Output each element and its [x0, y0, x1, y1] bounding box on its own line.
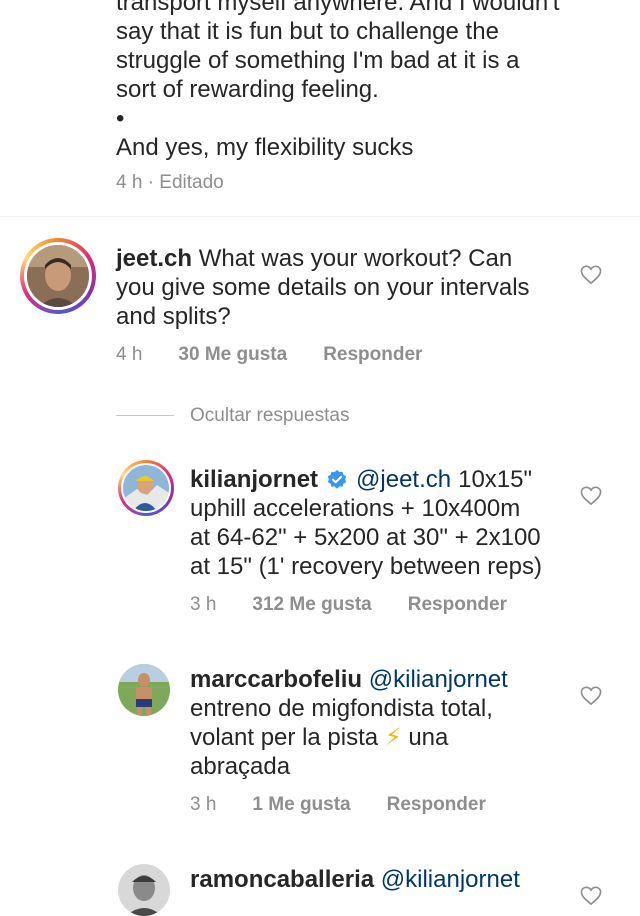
reply-line: entreno de migfondista total,	[190, 695, 493, 722]
reply-line: volant per la pista ⚡ una	[190, 724, 449, 751]
likes-count-link[interactable]: 312 Me gusta	[252, 594, 371, 616]
timestamp: 3 h	[190, 794, 217, 815]
avatar[interactable]	[118, 664, 170, 716]
reply-line: abraçada	[190, 753, 291, 780]
avatar-story-ring[interactable]	[118, 460, 174, 516]
heart-icon[interactable]	[580, 686, 602, 706]
reply-line: uphill accelerations + 10x400m	[190, 495, 521, 522]
comment-line: And yes, my flexibility sucks	[116, 134, 414, 161]
comment-line: transport myself anywhere. And I wouldn'…	[116, 0, 560, 16]
comment-line: struggle of something I'm bad at it is a	[116, 47, 520, 74]
mention-link[interactable]: @kilianjornet	[381, 866, 520, 893]
comment-line: say that it is fun but to challenge the	[116, 18, 499, 45]
timestamp: 4 h	[116, 344, 143, 365]
reply-button[interactable]: Responder	[323, 344, 422, 366]
reply-line: at 15" (1' recovery between reps)	[190, 553, 542, 580]
avatar[interactable]	[118, 864, 170, 916]
lightning-emoji-icon: ⚡	[384, 724, 402, 751]
comment-line: sort of rewarding feeling.	[116, 76, 379, 103]
reply-button[interactable]: Responder	[408, 594, 507, 616]
divider	[0, 216, 640, 217]
reply-meta: 3 h 1 Me gusta Responder	[190, 794, 486, 816]
avatar	[123, 465, 169, 511]
comment-line: you give some details on your intervals	[116, 274, 530, 301]
username-link[interactable]: kilianjornet	[190, 465, 318, 494]
username-link[interactable]: jeet.ch	[116, 245, 192, 272]
replies-line	[116, 415, 174, 416]
comment-text: jeet.ch What was your workout? Can	[116, 245, 513, 272]
heart-icon[interactable]	[580, 886, 602, 906]
reply-text: marccarbofeliu @kilianjornet	[190, 665, 508, 694]
heart-icon[interactable]	[580, 265, 602, 285]
avatar-story-ring[interactable]	[20, 238, 96, 314]
reply-text: kilianjornet @jeet.ch 10x15"	[190, 465, 533, 494]
reply-text: ramoncaballeria @kilianjornet	[190, 865, 520, 894]
mention-link[interactable]: @kilianjornet	[369, 666, 508, 693]
hide-replies-button[interactable]: Ocultar respuestas	[190, 405, 349, 427]
verified-badge-icon	[327, 469, 347, 489]
comment-meta: 4 h 30 Me gusta Responder	[116, 344, 422, 366]
timestamp: 3 h	[190, 594, 217, 615]
reply-button[interactable]: Responder	[387, 794, 486, 816]
comment-meta: 4 h · Editado	[116, 172, 224, 193]
username-link[interactable]: ramoncaballeria	[190, 866, 374, 893]
heart-icon[interactable]	[580, 486, 602, 506]
reply-line: at 64-62" + 5x200 at 30" + 2x100	[190, 524, 541, 551]
reply-meta: 3 h 312 Me gusta Responder	[190, 594, 507, 616]
likes-count-link[interactable]: 30 Me gusta	[178, 344, 287, 366]
comment-bullet: •	[116, 105, 125, 132]
avatar	[27, 245, 89, 307]
username-link[interactable]: marccarbofeliu	[190, 666, 362, 693]
mention-link[interactable]: @jeet.ch	[356, 465, 451, 494]
likes-count-link[interactable]: 1 Me gusta	[252, 794, 350, 816]
comment-line: and splits?	[116, 303, 231, 330]
